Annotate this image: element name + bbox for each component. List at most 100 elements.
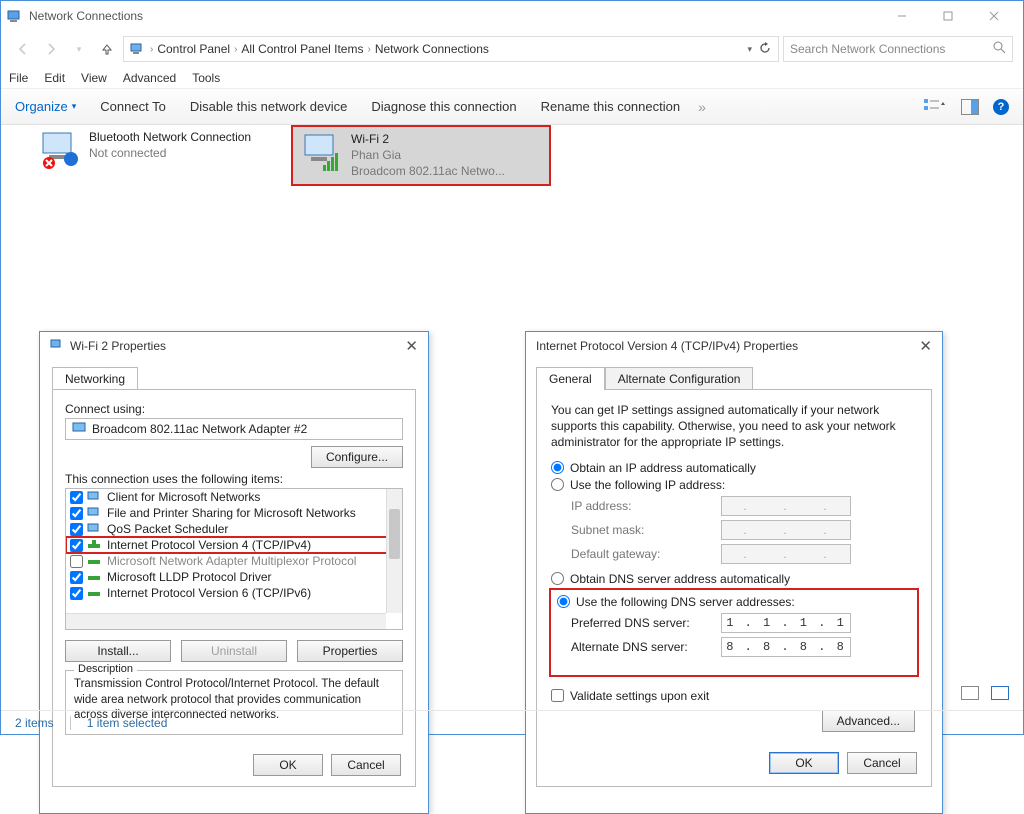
- close-icon[interactable]: ✕: [405, 337, 418, 355]
- tcpip-properties-dialog: Internet Protocol Version 4 (TCP/IPv4) P…: [525, 331, 943, 814]
- radio-dns-manual[interactable]: Use the following DNS server addresses:: [557, 595, 911, 609]
- status-selected: 1 item selected: [87, 716, 168, 730]
- details-view-icon[interactable]: [961, 686, 979, 700]
- radio-ip-manual[interactable]: Use the following IP address:: [551, 478, 917, 492]
- radio-ip-auto[interactable]: Obtain an IP address automatically: [551, 461, 917, 475]
- menu-bar: File Edit View Advanced Tools: [1, 67, 1023, 89]
- breadcrumb-item[interactable]: Control Panel: [157, 42, 230, 56]
- maximize-button[interactable]: [925, 1, 971, 31]
- tab-general[interactable]: General: [536, 367, 605, 390]
- view-switcher: [961, 686, 1009, 700]
- protocol-icon: [87, 570, 103, 584]
- tab-alternate[interactable]: Alternate Configuration: [605, 367, 754, 390]
- ok-button[interactable]: OK: [769, 752, 839, 774]
- connection-network: Phan Gia: [351, 147, 505, 163]
- dialog-title: Wi-Fi 2 Properties: [70, 339, 166, 353]
- cmd-diagnose[interactable]: Diagnose this connection: [371, 99, 516, 114]
- command-bar: Organize▾ Connect To Disable this networ…: [1, 89, 1023, 125]
- configure-button[interactable]: Configure...: [311, 446, 403, 468]
- menu-view[interactable]: View: [81, 71, 107, 85]
- help-icon[interactable]: ?: [993, 99, 1009, 115]
- item-checkbox[interactable]: [70, 507, 83, 520]
- gateway-label: Default gateway:: [571, 547, 721, 561]
- dialog-title: Internet Protocol Version 4 (TCP/IPv4) P…: [536, 339, 798, 353]
- close-icon[interactable]: ✕: [919, 337, 932, 355]
- cancel-button[interactable]: Cancel: [331, 754, 401, 776]
- cmd-disable[interactable]: Disable this network device: [190, 99, 348, 114]
- menu-edit[interactable]: Edit: [44, 71, 65, 85]
- horizontal-scrollbar[interactable]: [66, 613, 386, 629]
- ok-button[interactable]: OK: [253, 754, 323, 776]
- tab-networking[interactable]: Networking: [52, 367, 138, 390]
- breadcrumb-dropdown-icon[interactable]: ▾: [747, 44, 752, 55]
- validate-checkbox[interactable]: Validate settings upon exit: [551, 689, 917, 703]
- window-titlebar: Network Connections: [1, 1, 1023, 31]
- view-mode-icon[interactable]: [923, 97, 947, 116]
- dns-manual-group: Use the following DNS server addresses: …: [551, 590, 917, 675]
- back-button[interactable]: [11, 37, 35, 61]
- connection-bluetooth[interactable]: Bluetooth Network Connection Not connect…: [31, 125, 271, 177]
- search-icon: [993, 41, 1006, 57]
- breadcrumb-item[interactable]: Network Connections: [375, 42, 489, 56]
- wifi-connection-icon: [299, 131, 343, 175]
- subnet-mask-input: ...: [721, 520, 851, 540]
- item-checkbox[interactable]: [70, 491, 83, 504]
- connect-using-label: Connect using:: [65, 402, 403, 416]
- breadcrumb[interactable]: › Control Panel › All Control Panel Item…: [123, 36, 779, 62]
- list-item: Internet Protocol Version 6 (TCP/IPv6): [66, 585, 402, 601]
- recent-dropdown[interactable]: ▾: [67, 37, 91, 61]
- item-checkbox[interactable]: [70, 587, 83, 600]
- item-checkbox[interactable]: [70, 523, 83, 536]
- large-icons-view-icon[interactable]: [991, 686, 1009, 700]
- dialog-titlebar[interactable]: Internet Protocol Version 4 (TCP/IPv4) P…: [526, 332, 942, 360]
- organize-menu[interactable]: Organize▾: [15, 99, 76, 114]
- more-commands-icon[interactable]: »: [698, 99, 706, 115]
- component-list[interactable]: Client for Microsoft Networks File and P…: [65, 488, 403, 630]
- list-item: Microsoft LLDP Protocol Driver: [66, 569, 402, 585]
- preferred-dns-input[interactable]: 1 . 1 . 1 . 1: [721, 613, 851, 633]
- alternate-dns-input[interactable]: 8 . 8 . 8 . 8: [721, 637, 851, 657]
- connection-wifi[interactable]: Wi-Fi 2 Phan Gia Broadcom 802.11ac Netwo…: [291, 125, 551, 186]
- menu-file[interactable]: File: [9, 71, 28, 85]
- item-checkbox[interactable]: [70, 555, 83, 568]
- service-icon: [87, 522, 103, 536]
- client-icon: [87, 490, 103, 504]
- ip-address-label: IP address:: [571, 499, 721, 513]
- minimize-button[interactable]: [879, 1, 925, 31]
- ip-address-input: ...: [721, 496, 851, 516]
- cmd-connect-to[interactable]: Connect To: [100, 99, 166, 114]
- uninstall-button: Uninstall: [181, 640, 287, 662]
- vertical-scrollbar[interactable]: [386, 489, 402, 613]
- preview-pane-icon[interactable]: [961, 99, 979, 115]
- window-title: Network Connections: [29, 9, 143, 23]
- content-area: Bluetooth Network Connection Not connect…: [1, 125, 1023, 695]
- connection-title: Wi-Fi 2: [351, 131, 505, 147]
- menu-tools[interactable]: Tools: [192, 71, 220, 85]
- adapter-field[interactable]: Broadcom 802.11ac Network Adapter #2: [65, 418, 403, 440]
- list-item-tcpip4: Internet Protocol Version 4 (TCP/IPv4): [66, 537, 402, 553]
- connection-status: Not connected: [89, 145, 251, 161]
- items-label: This connection uses the following items…: [65, 472, 403, 486]
- menu-advanced[interactable]: Advanced: [123, 71, 176, 85]
- properties-button[interactable]: Properties: [297, 640, 403, 662]
- protocol-icon: [87, 554, 103, 568]
- cancel-button[interactable]: Cancel: [847, 752, 917, 774]
- close-button[interactable]: [971, 1, 1017, 31]
- radio-dns-auto[interactable]: Obtain DNS server address automatically: [551, 572, 917, 586]
- nav-bar: ▾ › Control Panel › All Control Panel It…: [1, 31, 1023, 67]
- up-button[interactable]: [95, 37, 119, 61]
- search-input[interactable]: Search Network Connections: [783, 36, 1013, 62]
- network-icon: [7, 8, 23, 24]
- forward-button[interactable]: [39, 37, 63, 61]
- breadcrumb-item[interactable]: All Control Panel Items: [241, 42, 363, 56]
- list-item: File and Printer Sharing for Microsoft N…: [66, 505, 402, 521]
- item-checkbox[interactable]: [70, 539, 83, 552]
- dialog-titlebar[interactable]: Wi-Fi 2 Properties ✕: [40, 332, 428, 360]
- cmd-rename[interactable]: Rename this connection: [541, 99, 680, 114]
- network-small-icon: [50, 338, 64, 355]
- install-button[interactable]: Install...: [65, 640, 171, 662]
- refresh-icon[interactable]: [758, 41, 772, 58]
- protocol-icon: [87, 538, 103, 552]
- list-item: Client for Microsoft Networks: [66, 489, 402, 505]
- item-checkbox[interactable]: [70, 571, 83, 584]
